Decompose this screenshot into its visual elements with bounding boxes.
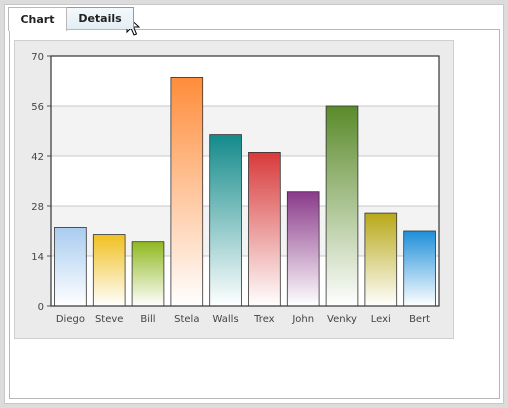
x-tick-label: Stela — [174, 314, 199, 325]
bar-chart: 0 14 28 42 56 70 Diego Steve Bill Stela Walls Trex J… — [31, 52, 440, 325]
bar-walls — [209, 134, 242, 307]
x-tick-label: Diego — [56, 314, 85, 325]
x-tick-label: John — [291, 314, 314, 325]
y-tick-label: 42 — [31, 152, 44, 163]
plot-band — [51, 106, 439, 156]
bar-john — [286, 191, 320, 307]
x-tick-label: Bill — [140, 314, 155, 325]
tab-details[interactable]: Details — [66, 7, 134, 29]
bar-venky — [325, 105, 359, 307]
bar-diego — [54, 226, 87, 307]
chart-container: 0 14 28 42 56 70 Diego Steve Bill Stela Walls Trex J… — [14, 40, 454, 339]
x-tick-label: Lexi — [371, 314, 391, 325]
bar-steve — [92, 234, 126, 307]
x-tick-label: Venky — [327, 314, 357, 325]
y-tick-label: 56 — [31, 102, 44, 113]
bar-bill — [131, 241, 165, 307]
bar-stela — [170, 77, 204, 307]
y-tick-label: 70 — [31, 52, 44, 63]
x-tick-label: Walls — [213, 314, 239, 325]
x-tick-label: Steve — [95, 314, 124, 325]
y-tick-label: 0 — [38, 302, 44, 313]
bar-trex — [248, 152, 281, 307]
x-tick-label: Bert — [409, 314, 430, 325]
bar-lexi — [364, 212, 398, 307]
x-tick-label: Trex — [253, 314, 275, 325]
tab-chart[interactable]: Chart — [8, 7, 67, 31]
y-tick-label: 28 — [31, 202, 44, 213]
bar-bert — [403, 230, 436, 307]
y-tick-label: 14 — [31, 252, 44, 263]
